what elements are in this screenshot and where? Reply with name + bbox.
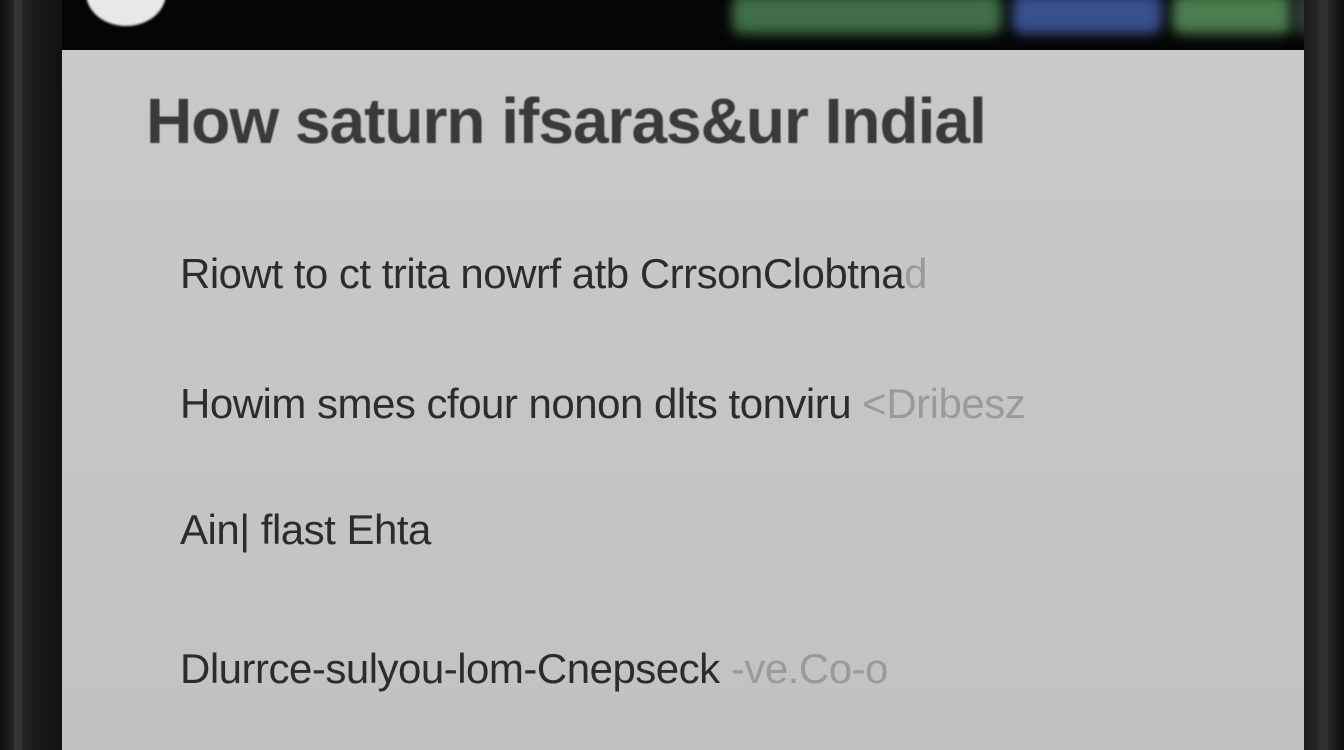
top-app-bar [62, 0, 1304, 50]
list-item-text: Dlurrce-sulyou-lom-Cnepseck [180, 645, 720, 692]
app-icon-dark[interactable] [1292, 0, 1304, 34]
list-item-faded-text: -ve.Co-o [730, 645, 889, 692]
phone-device: How saturn ifsaras&ur Indial Riowt to ct… [0, 0, 1344, 750]
phone-bezel-left [14, 0, 22, 750]
app-icon-green-2[interactable] [1172, 0, 1292, 34]
list-item-text: Riowt to ct trita nowrf atb CrrsonClobtn… [180, 250, 905, 297]
list-item-faded-text: <Dribesz [862, 380, 1026, 427]
list-item-text: Howim smes cfour nonon dlts tonviru [180, 380, 852, 427]
list-item[interactable]: Ain| flast Ehta [180, 506, 431, 554]
list-item-text: Ain| flast Ehta [180, 506, 431, 553]
list-item[interactable]: Howim smes cfour nonon dlts tonviru <Dri… [180, 380, 1026, 428]
list-item[interactable]: Riowt to ct trita nowrf atb CrrsonClobtn… [180, 250, 927, 298]
app-icon-green[interactable] [732, 0, 1002, 34]
list-item-faded-text: d [904, 250, 927, 297]
app-icon-blue[interactable] [1012, 0, 1162, 34]
page-title: How saturn ifsaras&ur Indial [146, 85, 987, 157]
list-item[interactable]: Dlurrce-sulyou-lom-Cnepseck -ve.Co-o [180, 645, 888, 693]
phone-bezel-right [1318, 0, 1328, 750]
